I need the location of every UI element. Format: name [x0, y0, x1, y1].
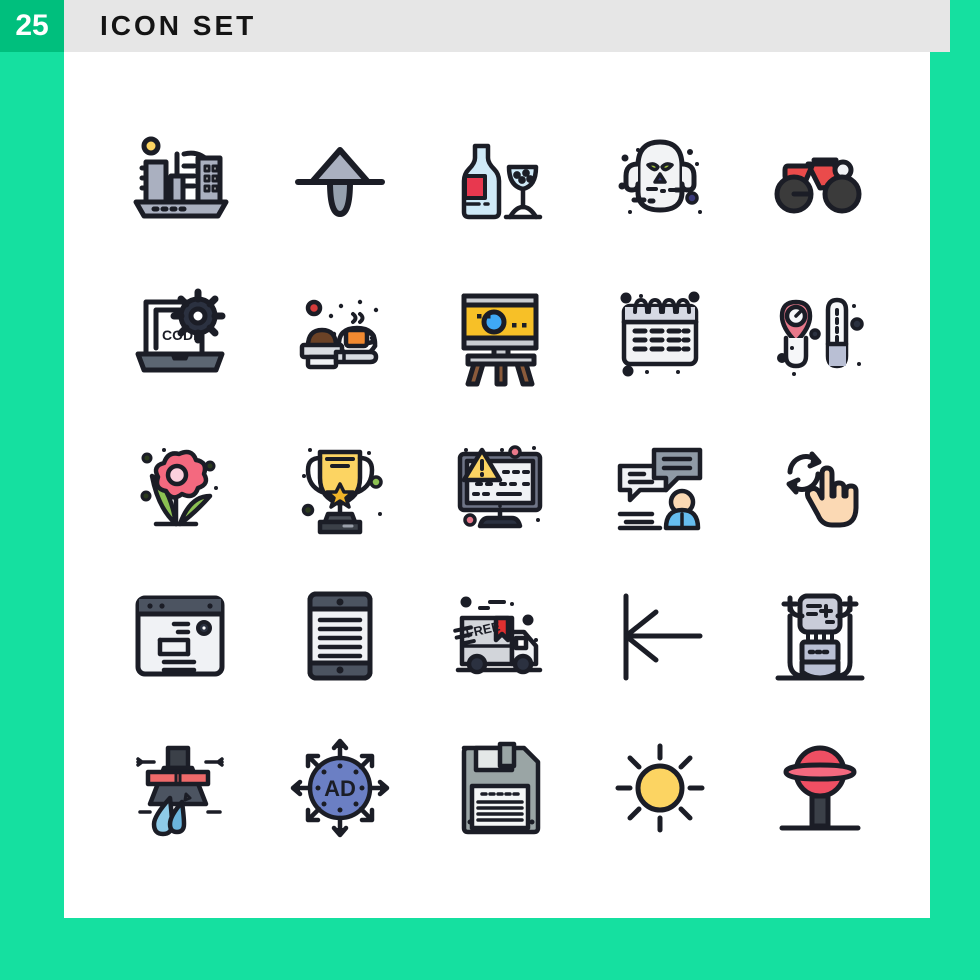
icon-cell-floppy-disk-save[interactable]	[420, 712, 580, 864]
icon-count-label: 25	[15, 9, 49, 42]
browser-window-icon	[135, 595, 225, 677]
icon-cell-rotate-gesture[interactable]	[740, 408, 900, 560]
icon-cell-thermometer[interactable]	[740, 256, 900, 408]
icon-cell-up-arrow-pin[interactable]	[260, 104, 420, 256]
icon-cell-free-delivery-truck[interactable]: FREE	[420, 560, 580, 712]
wine-bottle-glass-icon	[461, 143, 543, 220]
computer-virus-alert-icon	[457, 445, 543, 529]
icon-cell-ad-targeting[interactable]: AD	[260, 712, 420, 864]
icon-cell-calendar[interactable]	[580, 256, 740, 408]
ghost-icon	[618, 139, 702, 214]
chat-support-icon	[617, 447, 703, 531]
rotate-gesture-icon	[786, 451, 859, 528]
free-delivery-truck-icon: FREE	[453, 596, 543, 675]
calendar-icon	[620, 291, 700, 377]
icon-cell-wine-bottle-glass[interactable]	[420, 104, 580, 256]
floppy-disk-save-icon	[461, 741, 541, 835]
water-nozzle-drop-icon	[136, 745, 224, 837]
icon-cell-robot[interactable]	[740, 560, 900, 712]
icon-grid: CODE FREE AD	[100, 104, 900, 864]
icon-cell-chat-support[interactable]	[580, 408, 740, 560]
icon-cell-flower[interactable]	[100, 408, 260, 560]
city-buildings-icon	[133, 136, 229, 219]
up-arrow-pin-icon	[295, 147, 385, 217]
icon-cell-trophy[interactable]	[260, 408, 420, 560]
page-title: ICON SET	[100, 10, 257, 41]
icon-cell-city-buildings[interactable]	[100, 104, 260, 256]
header: 25 ICON SET	[0, 0, 980, 52]
icon-cell-tablet-text[interactable]	[260, 560, 420, 712]
flower-icon	[140, 448, 218, 527]
icon-count-badge: 25	[0, 0, 64, 52]
icon-cell-sun-brightness[interactable]	[580, 712, 740, 864]
align-left-arrow-icon	[623, 593, 703, 681]
icon-cell-laptop-code-gear[interactable]: CODE	[100, 256, 260, 408]
ad-label-text: AD	[324, 776, 356, 801]
icon-cell-ghost[interactable]	[580, 104, 740, 256]
tablet-text-icon	[307, 591, 373, 681]
lollipop-icon	[779, 745, 861, 831]
icon-cell-water-nozzle-drop[interactable]	[100, 712, 260, 864]
icon-cell-projector-stand[interactable]	[420, 256, 580, 408]
title-bar: ICON SET	[64, 0, 950, 52]
ad-targeting-icon: AD	[290, 738, 390, 838]
icon-cell-browser-window[interactable]	[100, 560, 260, 712]
icon-cell-computer-virus-alert[interactable]	[420, 408, 580, 560]
icon-cell-espresso-coffee[interactable]	[260, 256, 420, 408]
trophy-icon	[301, 448, 383, 535]
icon-cell-lollipop[interactable]	[740, 712, 900, 864]
motorbike-icon	[774, 157, 862, 214]
laptop-code-text: CODE	[162, 327, 202, 343]
laptop-code-gear-icon: CODE	[135, 288, 226, 373]
icon-cell-align-left-arrow[interactable]	[580, 560, 740, 712]
robot-icon	[775, 593, 865, 681]
thermometer-icon	[777, 297, 864, 376]
projector-stand-icon	[461, 293, 539, 387]
icon-cell-motorbike[interactable]	[740, 104, 900, 256]
espresso-coffee-icon	[299, 299, 379, 370]
icon-set-page: 25 ICON SET CODE FREE AD	[0, 0, 980, 980]
sun-brightness-icon	[615, 743, 705, 833]
header-tail-spacer	[950, 0, 980, 52]
